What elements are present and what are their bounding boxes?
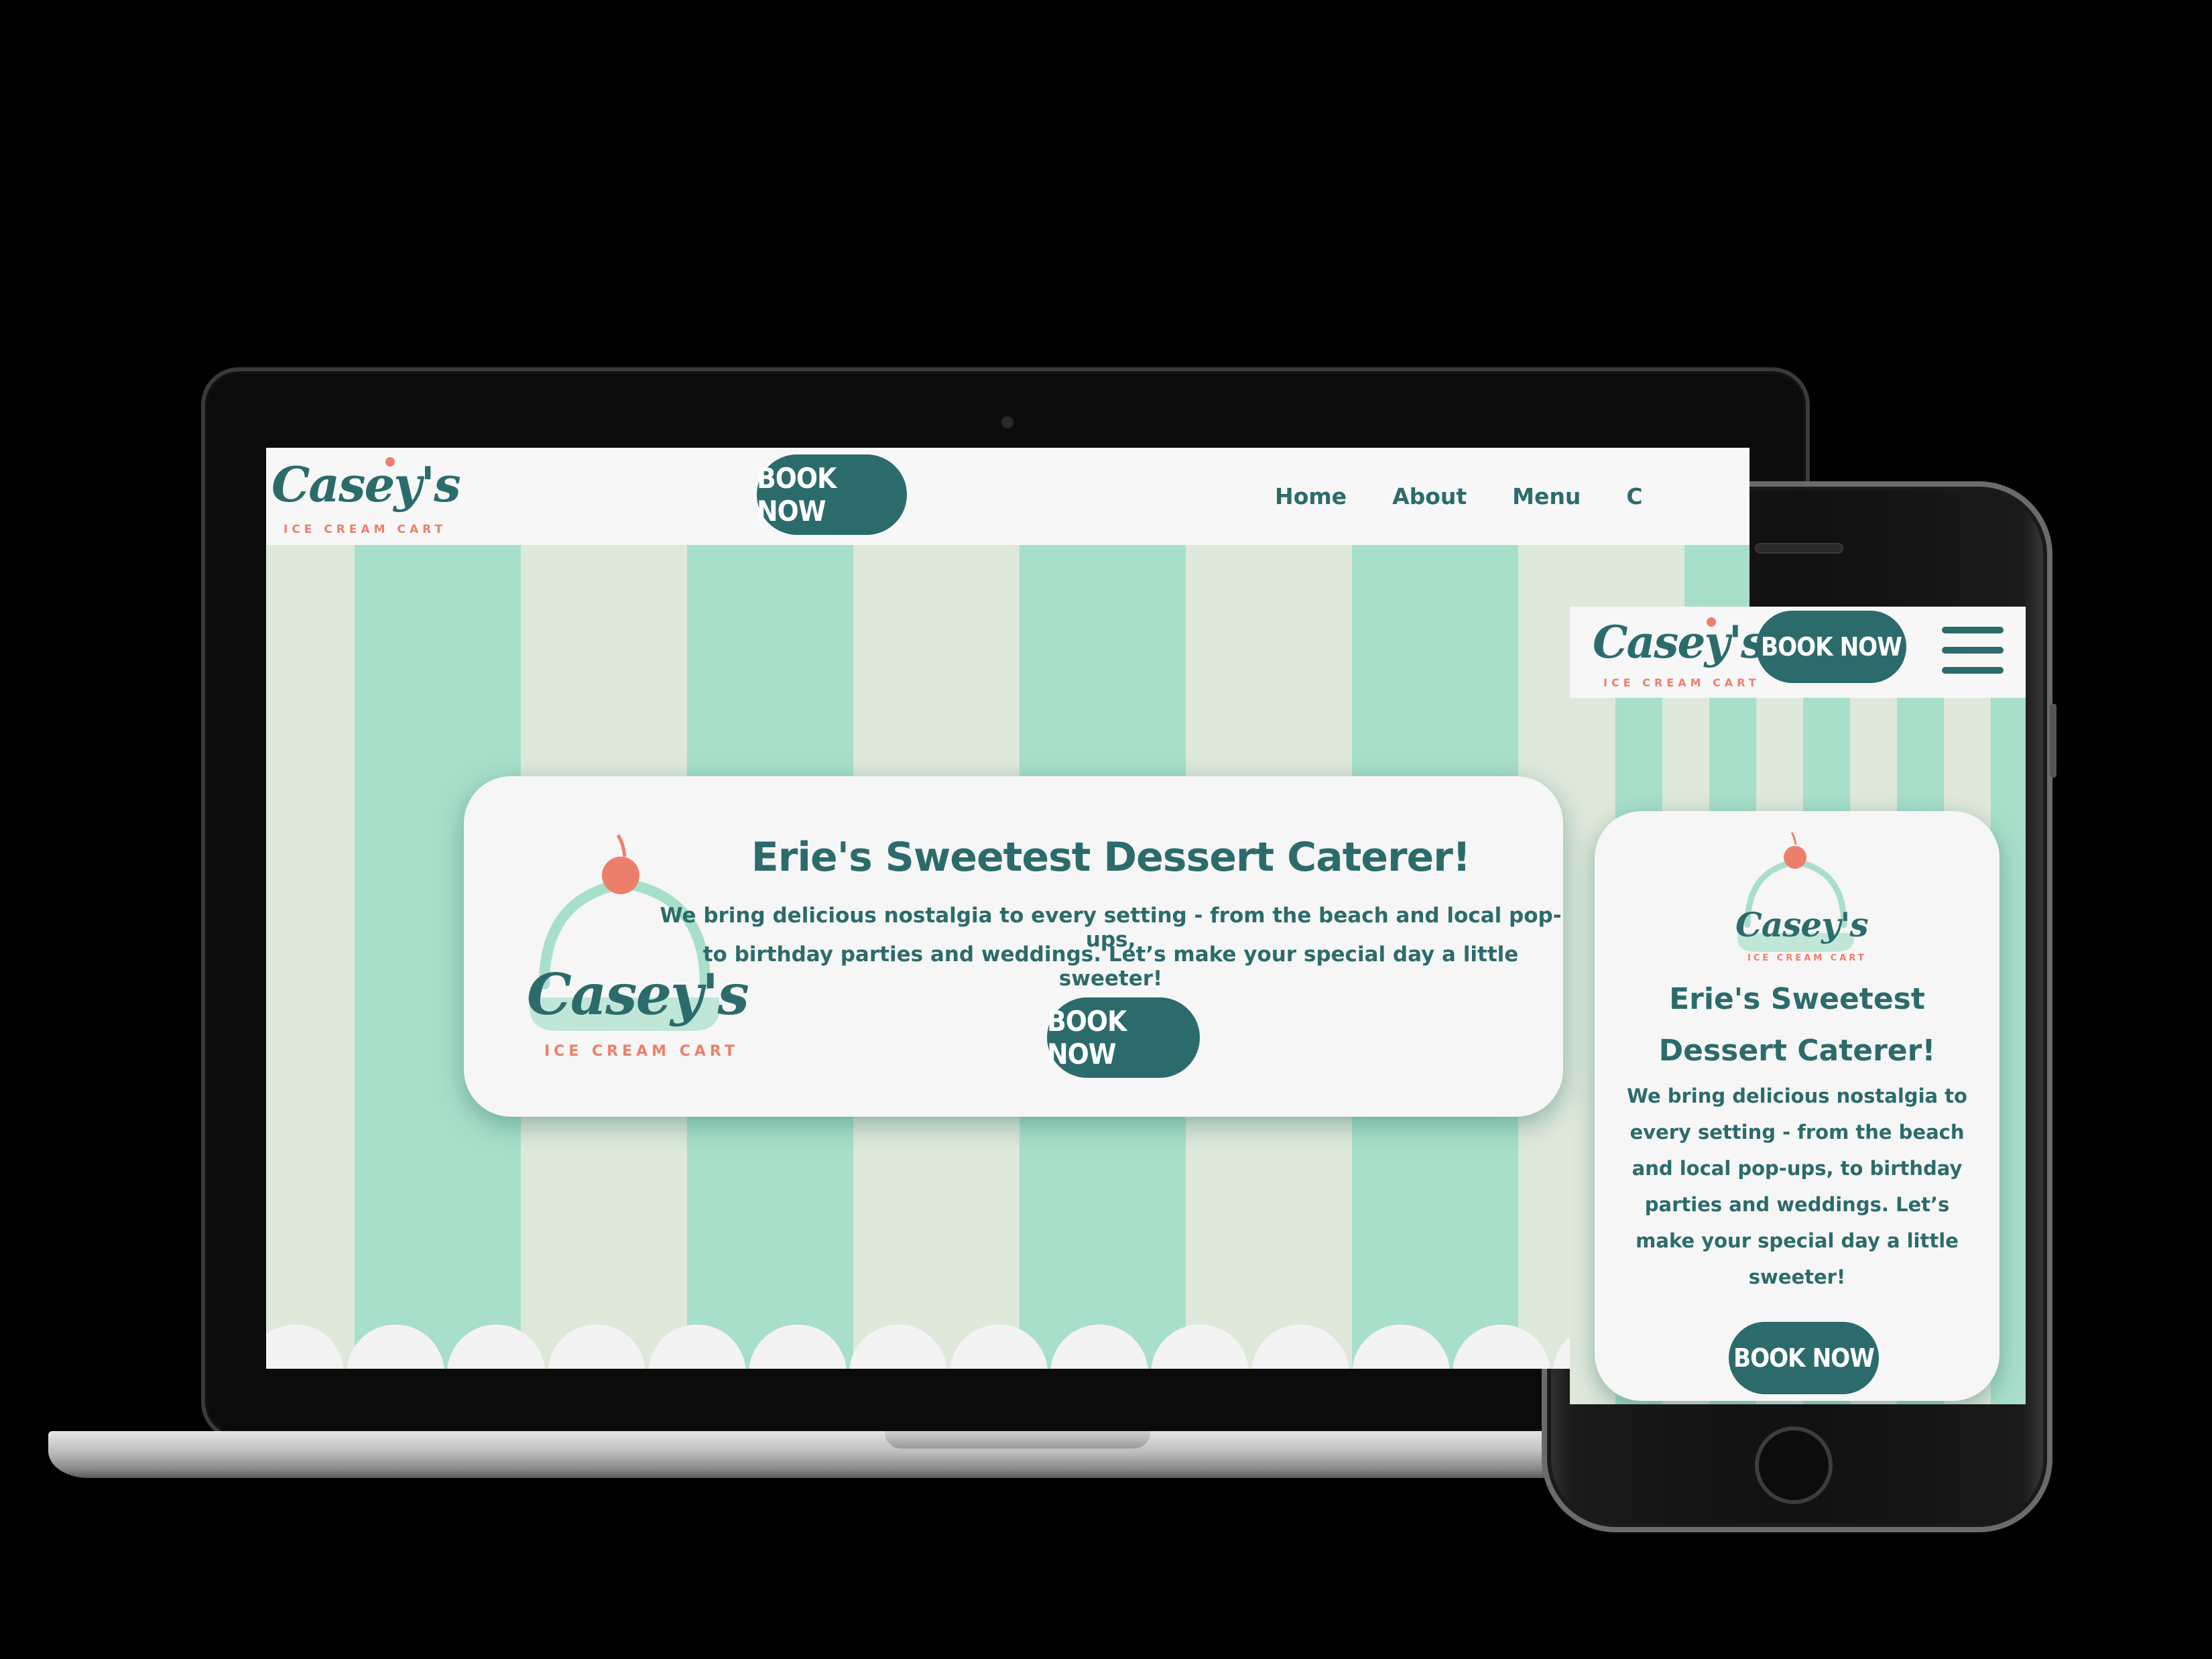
laptop-hinge-notch: [885, 1431, 1150, 1449]
mobile-logo-wordmark: Casey's: [1593, 616, 1766, 668]
cherry-icon: [1707, 617, 1716, 627]
hero-title: Erie's Sweetest Dessert Caterer!: [751, 834, 1471, 881]
phone-home-button[interactable]: [1755, 1426, 1833, 1504]
mobile-hero-logo-tagline: ICE CREAM CART: [1747, 953, 1867, 963]
nav-menu[interactable]: Menu: [1512, 483, 1581, 509]
mobile-hero-title-line-1: Erie's Sweetest: [1669, 982, 1925, 1016]
hero-book-now-button[interactable]: BOOK NOW: [1047, 997, 1200, 1078]
mobile-hero-card: Casey's ICE CREAM CART Erie's Sweetest D…: [1595, 811, 2000, 1401]
mobile-hero-logo: Casey's ICE CREAM CART: [1729, 831, 1869, 965]
mobile-header-book-now-button[interactable]: BOOK NOW: [1756, 611, 1906, 683]
main-nav: Home About Menu C: [1275, 448, 1688, 545]
mobile-hero-body-line: make your special day a little: [1636, 1229, 1959, 1252]
phone-speaker: [1755, 543, 1843, 554]
cherry-icon: [1784, 846, 1806, 869]
site-header: Casey's ICE CREAM CART BOOK NOW Home Abo…: [266, 448, 1749, 545]
logo-wordmark: Casey's: [271, 456, 461, 513]
cherry-icon: [602, 857, 639, 894]
hero-logo-tagline: ICE CREAM CART: [544, 1043, 739, 1060]
hero-card: Casey's ICE CREAM CART Erie's Sweetest D…: [464, 776, 1563, 1117]
nav-contact[interactable]: C: [1626, 483, 1642, 509]
mobile-hero-body-line: and local pop-ups, to birthday: [1632, 1157, 1963, 1180]
nav-about[interactable]: About: [1392, 483, 1467, 509]
hero-description-line-2: to birthday parties and weddings. Let’s …: [702, 942, 1519, 991]
mobile-screen: Casey's ICE CREAM CART BOOK NOW Casey's …: [1570, 607, 2026, 1404]
mobile-hero-book-now-button[interactable]: BOOK NOW: [1729, 1322, 1879, 1394]
mobile-hero-logo-wordmark: Casey's: [1735, 905, 1869, 944]
header-book-now-button[interactable]: BOOK NOW: [757, 454, 907, 535]
cherry-icon: [385, 457, 395, 467]
logo-tagline: ICE CREAM CART: [284, 523, 447, 536]
mobile-hero-body-line: every setting - from the beach: [1630, 1121, 1965, 1144]
mobile-hero-body-line: sweeter!: [1748, 1266, 1846, 1288]
mobile-header-logo[interactable]: Casey's ICE CREAM CART: [1593, 612, 1766, 692]
laptop-camera: [1001, 416, 1014, 429]
phone-power-button: [2050, 704, 2056, 778]
mobile-hero-title-line-2: Dessert Caterer!: [1658, 1034, 1936, 1068]
nav-home[interactable]: Home: [1275, 483, 1347, 509]
mobile-logo-tagline: ICE CREAM CART: [1603, 676, 1760, 689]
mobile-header: Casey's ICE CREAM CART BOOK NOW: [1570, 607, 2026, 698]
header-logo[interactable]: Casey's ICE CREAM CART: [271, 456, 461, 536]
desktop-screen: Casey's ICE CREAM CART BOOK NOW Home Abo…: [266, 448, 1749, 1369]
hamburger-icon[interactable]: [1942, 627, 2004, 675]
mobile-hero-body-line: parties and weddings. Let’s: [1644, 1193, 1950, 1216]
mobile-hero-body-line: We bring delicious nostalgia to: [1627, 1085, 1967, 1107]
scallop-border: [266, 1315, 1749, 1369]
